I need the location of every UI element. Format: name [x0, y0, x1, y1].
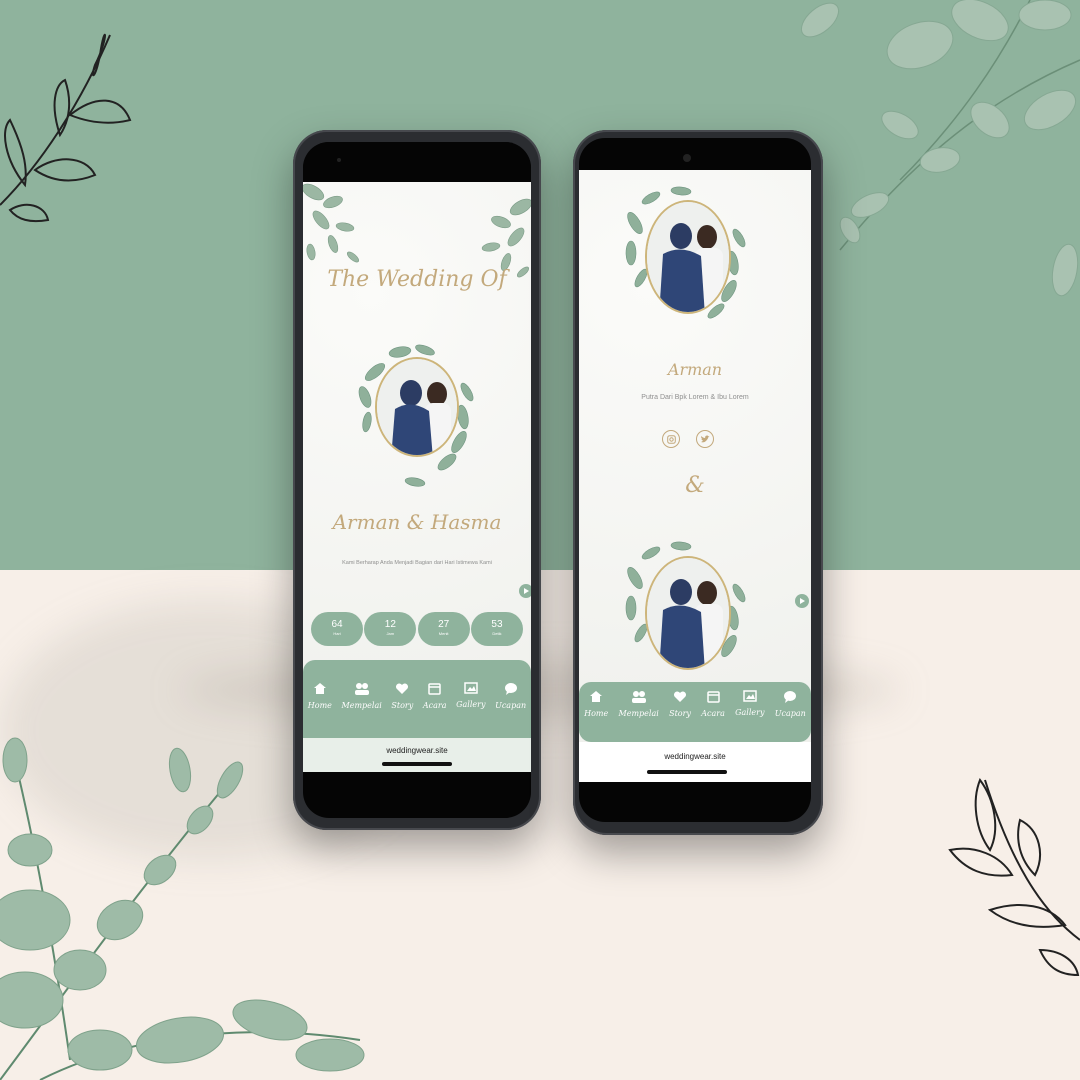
calendar-icon	[428, 683, 441, 695]
camera-right	[683, 154, 691, 162]
url-text-left: weddingwear.site	[386, 746, 448, 755]
couple-portrait	[375, 357, 459, 457]
home-icon	[313, 683, 326, 694]
countdown-hours: 12 Jam	[364, 612, 417, 646]
home-indicator-left	[382, 762, 452, 766]
nav-mempelai[interactable]: Mempelai	[342, 682, 382, 710]
heart-icon	[396, 683, 409, 694]
instagram-button[interactable]	[662, 430, 680, 448]
twitter-button[interactable]	[696, 430, 714, 448]
phone-left: The Wedding Of Arman & Hasma Kami Berhar…	[293, 130, 541, 830]
play-icon	[524, 588, 529, 594]
browser-bar-left	[303, 738, 531, 772]
nav-mempelai[interactable]: Mempelai	[619, 690, 659, 718]
couple-photo-illustration	[647, 558, 729, 668]
ampersand: &	[685, 473, 705, 498]
calendar-icon	[706, 691, 720, 703]
nav-ucapan[interactable]: Ucapan	[495, 682, 526, 710]
couple-photo-illustration	[377, 359, 457, 455]
nav-acara[interactable]: Acara	[701, 690, 725, 718]
couple-names: Arman & Hasma	[332, 510, 502, 534]
home-icon	[590, 691, 603, 702]
groom-name: Arman	[667, 360, 723, 379]
groom-parents: Putra Dari Bpk Lorem & Ibu Lorem	[641, 394, 749, 401]
chat-icon	[784, 691, 797, 703]
chat-icon	[504, 683, 517, 695]
nav-home[interactable]: Home	[584, 690, 608, 718]
branch-lineart-top-left	[0, 33, 132, 223]
nav-acara[interactable]: Acara	[423, 682, 447, 710]
countdown: 64 Hari 12 Jam 27 Menit 53 Detik	[311, 612, 523, 646]
image-icon	[464, 682, 478, 694]
nav-gallery[interactable]: Gallery	[735, 690, 765, 717]
home-indicator-right	[647, 770, 727, 774]
bottom-nav-left: Home Mempelai Story Acara Gallery Ucapan	[303, 660, 531, 738]
heart-icon	[674, 691, 687, 702]
branch-lineart-bottom-right	[948, 777, 1080, 977]
nav-home[interactable]: Home	[308, 682, 332, 710]
countdown-minutes: 27 Menit	[417, 612, 470, 646]
wedding-heading: The Wedding Of	[327, 267, 507, 292]
countdown-days: 64 Hari	[311, 612, 363, 646]
twitter-icon	[701, 434, 710, 442]
instagram-icon	[666, 434, 676, 444]
screen-left: The Wedding Of Arman & Hasma Kami Berhar…	[303, 142, 531, 818]
people-icon	[631, 691, 646, 703]
nav-ucapan[interactable]: Ucapan	[775, 690, 806, 718]
image-icon	[743, 690, 757, 702]
camera-left	[337, 158, 341, 162]
couple-portrait-top	[645, 200, 731, 314]
eucalyptus-top-right	[800, 0, 1080, 297]
bezel-top	[303, 142, 531, 182]
nav-story[interactable]: Story	[391, 682, 413, 710]
music-play-button-right[interactable]	[795, 594, 809, 608]
browser-bar-right	[579, 742, 811, 782]
phone-right: Arman Putra Dari Bpk Lorem & Ibu Lorem &	[573, 130, 823, 835]
play-icon	[800, 598, 805, 604]
music-play-button[interactable]	[519, 584, 531, 598]
people-icon	[354, 683, 369, 695]
nav-story[interactable]: Story	[669, 690, 691, 718]
url-text-right: weddingwear.site	[664, 752, 726, 761]
screen-right: Arman Putra Dari Bpk Lorem & Ibu Lorem &	[579, 138, 811, 822]
couple-portrait-bottom	[645, 556, 731, 670]
couple-photo-illustration	[647, 202, 729, 312]
countdown-seconds: 53 Detik	[470, 612, 523, 646]
nav-gallery[interactable]: Gallery	[456, 682, 485, 709]
bottom-nav-right: Home Mempelai Story Acara Gallery Ucapan	[579, 682, 811, 742]
invitation-tagline: Kami Berharap Anda Menjadi Bagian dari H…	[342, 560, 492, 566]
